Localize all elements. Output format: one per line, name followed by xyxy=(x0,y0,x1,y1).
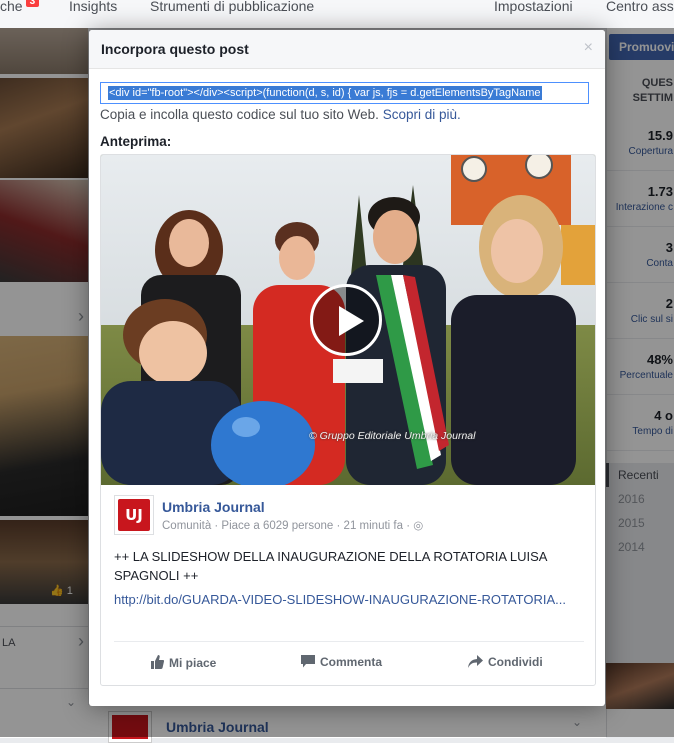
dialog-header: Incorpora questo post × xyxy=(89,30,605,69)
share-button[interactable]: Condividi xyxy=(468,655,543,671)
embed-code-text: <div id="fb-root"></div><script>(functio… xyxy=(108,86,542,100)
embed-post-dialog: Incorpora questo post × <div id="fb-root… xyxy=(89,30,605,706)
learn-more-link[interactable]: Scopri di più. xyxy=(383,107,461,122)
close-icon[interactable]: × xyxy=(584,40,593,56)
page-name-link[interactable]: Umbria Journal xyxy=(162,499,265,515)
play-video-button[interactable] xyxy=(310,284,382,356)
post-meta: Comunità · Piace a 6029 persone · 21 min… xyxy=(162,518,423,532)
like-label: Mi piace xyxy=(169,656,217,670)
post-photo[interactable]: © Gruppo Editoriale Umbria Journal xyxy=(101,155,595,485)
like-button[interactable]: Mi piace xyxy=(150,655,216,672)
tab-insights[interactable]: Insights xyxy=(69,0,117,14)
copy-instructions-text: Copia e incolla questo codice sul tuo si… xyxy=(100,107,379,122)
copy-instructions: Copia e incolla questo codice sul tuo si… xyxy=(100,107,461,122)
embed-code-field[interactable]: <div id="fb-root"></div><script>(functio… xyxy=(100,82,589,104)
post-link[interactable]: http://bit.do/GUARDA-VIDEO-SLIDESHOW-INA… xyxy=(114,590,584,609)
comment-button[interactable]: Commenta xyxy=(301,655,382,671)
notification-badge: 3 xyxy=(25,0,40,7)
comment-label: Commenta xyxy=(320,655,383,669)
post-text: ++ LA SLIDESHOW DELLA INAUGURAZIONE DELL… xyxy=(114,549,547,583)
tab-support[interactable]: Centro ass xyxy=(606,0,674,14)
embedded-post-preview: © Gruppo Editoriale Umbria Journal UJ Um… xyxy=(100,154,596,686)
dialog-title: Incorpora questo post xyxy=(101,41,249,57)
thumbs-up-icon xyxy=(150,655,165,672)
post-meta-text: Comunità · Piace a 6029 persone · 21 min… xyxy=(162,520,414,532)
tab-partial[interactable]: che 3 xyxy=(0,0,40,14)
page-top-nav: che 3 Insights Strumenti di pubblicazione… xyxy=(0,0,674,29)
preview-label: Anteprima: xyxy=(100,134,172,149)
share-label: Condividi xyxy=(488,655,543,669)
page-logo[interactable]: UJ xyxy=(114,495,154,535)
tab-partial-label: che xyxy=(0,0,23,14)
comment-icon xyxy=(301,655,315,671)
tab-publishing-tools[interactable]: Strumenti di pubblicazione xyxy=(150,0,314,14)
post-actions: Mi piace Commenta Condividi xyxy=(114,641,584,682)
page-logo-text: UJ xyxy=(118,499,150,531)
photo-credit: © Gruppo Editoriale Umbria Journal xyxy=(309,430,476,442)
globe-icon: ◎ xyxy=(413,520,424,532)
share-arrow-icon xyxy=(468,655,483,671)
tab-settings[interactable]: Impostazioni xyxy=(494,0,573,14)
